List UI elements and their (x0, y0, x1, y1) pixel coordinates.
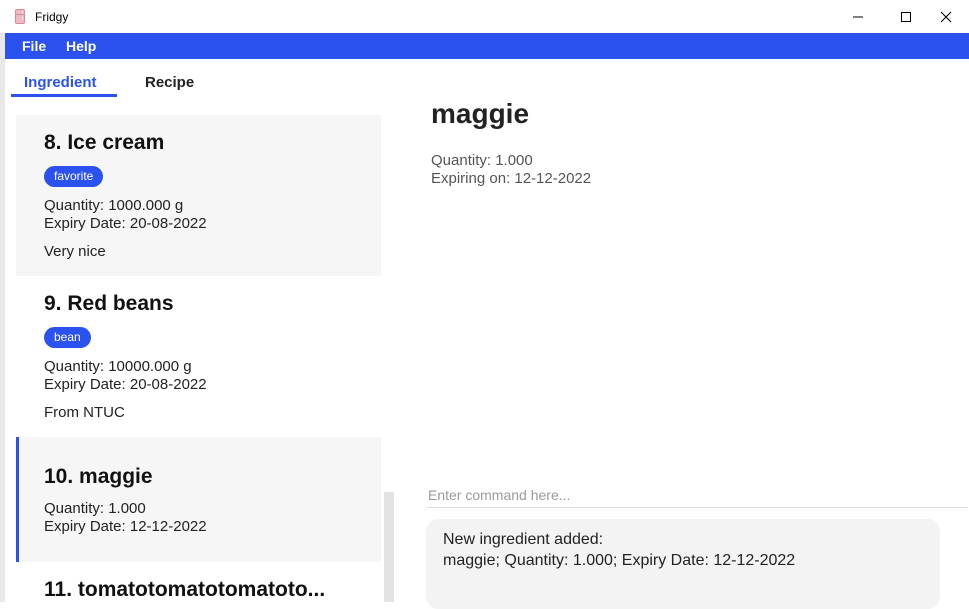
ingredient-list[interactable]: 8. Ice cream favorite Quantity: 1000.000… (16, 115, 381, 602)
ingredient-card[interactable]: 9. Red beans bean Quantity: 10000.000 g … (16, 276, 381, 437)
ingredient-title: 9. Red beans (44, 292, 174, 315)
window-left-border (0, 0, 5, 602)
ingredient-title: 8. Ice cream (44, 131, 165, 154)
menu-help[interactable]: Help (66, 38, 96, 54)
tab-recipe[interactable]: Recipe (145, 74, 194, 91)
result-display: New ingredient added: maggie; Quantity: … (426, 519, 940, 609)
list-scrollbar[interactable] (384, 492, 394, 602)
ingredient-note: Very nice (44, 243, 106, 260)
selection-indicator (16, 437, 19, 562)
ingredient-quantity: Quantity: 1.000 (44, 500, 146, 517)
title-bar[interactable]: Fridgy (0, 0, 969, 33)
ingredient-quantity: Quantity: 10000.000 g (44, 358, 192, 375)
ingredient-title: 10. maggie (44, 465, 153, 488)
ingredient-card[interactable]: 11. tomatotomatotomatoto... (16, 562, 381, 602)
minimize-icon (853, 16, 863, 17)
fridge-icon (15, 9, 25, 24)
tab-ingredient[interactable]: Ingredient (24, 74, 97, 91)
ingredient-card[interactable]: 8. Ice cream favorite Quantity: 1000.000… (16, 115, 381, 276)
window-title: Fridgy (35, 10, 69, 24)
ingredient-expiry: Expiry Date: 12-12-2022 (44, 518, 207, 535)
result-message-line2: maggie; Quantity: 1.000; Expiry Date: 12… (443, 552, 796, 569)
menu-bar: File Help (5, 33, 969, 59)
detail-quantity: Quantity: 1.000 (431, 152, 533, 169)
ingredient-note: From NTUC (44, 404, 125, 421)
command-input[interactable] (427, 483, 968, 508)
ingredient-card-selected[interactable]: 10. maggie Quantity: 1.000 Expiry Date: … (16, 437, 381, 562)
ingredient-tag: favorite (44, 166, 104, 187)
ingredient-expiry: Expiry Date: 20-08-2022 (44, 215, 207, 232)
active-tab-indicator (11, 94, 117, 97)
ingredient-quantity: Quantity: 1000.000 g (44, 197, 184, 214)
detail-expiring: Expiring on: 12-12-2022 (431, 170, 592, 187)
maximize-icon (901, 11, 911, 22)
ingredient-expiry: Expiry Date: 20-08-2022 (44, 376, 207, 393)
close-button[interactable] (923, 0, 969, 33)
menu-file[interactable]: File (22, 38, 46, 54)
detail-ingredient-name: maggie (431, 98, 530, 129)
ingredient-tag: bean (44, 327, 91, 348)
result-message-line1: New ingredient added: (443, 531, 604, 548)
close-icon (940, 11, 952, 22)
minimize-button[interactable] (835, 0, 881, 33)
ingredient-title: 11. tomatotomatotomatoto... (44, 578, 326, 601)
